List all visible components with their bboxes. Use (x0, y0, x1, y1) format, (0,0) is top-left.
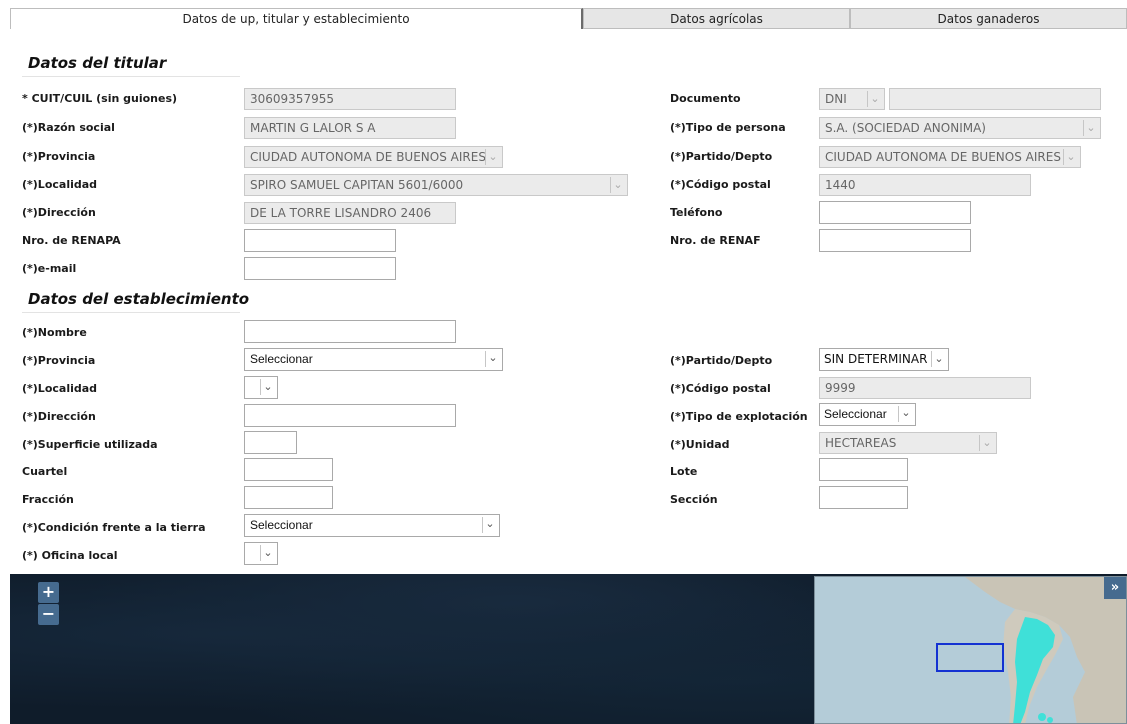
telefono-input[interactable] (819, 201, 971, 224)
renaf-label: Nro. de RENAF (670, 234, 761, 247)
cuit-input[interactable]: 30609357955 (244, 88, 456, 110)
tab-datos-agricolas[interactable]: Datos agrícolas (583, 8, 850, 29)
tipo-explotacion-value: Seleccionar (824, 407, 887, 421)
est-localidad-label: (*)Localidad (22, 382, 98, 395)
est-direccion-input[interactable] (244, 404, 456, 427)
est-provincia-value: Seleccionar (250, 352, 313, 366)
razon-social-label: (*)Razón social (22, 121, 115, 134)
region-island-shape (1047, 717, 1053, 723)
oficina-local-select[interactable]: ⌄ (244, 542, 278, 565)
cuartel-label: Cuartel (22, 465, 68, 478)
razon-social-input[interactable]: MARTIN G LALOR S A (244, 117, 456, 139)
est-provincia-label: (*)Provincia (22, 354, 96, 367)
est-partido-select[interactable]: SIN DETERMINAR ⌄ (819, 348, 949, 371)
cuartel-input[interactable] (244, 458, 333, 481)
est-direccion-label: (*)Dirección (22, 410, 96, 423)
tipo-explotacion-select[interactable]: Seleccionar ⌄ (819, 403, 916, 426)
region-island-shape (1038, 713, 1046, 721)
superficie-input[interactable] (244, 431, 297, 454)
superficie-label: (*)Superficie utilizada (22, 438, 158, 451)
chevron-down-icon: ⌄ (931, 351, 946, 367)
tab-datos-up-titular[interactable]: Datos de up, titular y establecimiento (10, 8, 583, 29)
chevron-down-icon: ⌄ (260, 379, 275, 395)
lote-label: Lote (670, 465, 698, 478)
renaf-input[interactable] (819, 229, 971, 252)
current-extent-box (936, 643, 1004, 672)
unidad-select[interactable]: HECTAREAS ⌄ (819, 432, 997, 454)
est-partido-value: SIN DETERMINAR (824, 352, 928, 366)
est-provincia-select[interactable]: Seleccionar ⌄ (244, 348, 503, 371)
fraccion-input[interactable] (244, 486, 333, 509)
chevron-down-icon: ⌄ (1083, 120, 1098, 136)
direccion-input[interactable]: DE LA TORRE LISANDRO 2406 (244, 202, 456, 224)
est-codigo-postal-label: (*)Código postal (670, 382, 771, 395)
partido-value: CIUDAD AUTONOMA DE BUENOS AIRES (825, 150, 1061, 164)
codigo-postal-input[interactable]: 1440 (819, 174, 1031, 196)
condicion-label: (*)Condición frente a la tierra (22, 521, 206, 534)
localidad-label: (*)Localidad (22, 178, 98, 191)
tipo-persona-select[interactable]: S.A. (SOCIEDAD ANONIMA) ⌄ (819, 117, 1101, 139)
renapa-label: Nro. de RENAPA (22, 234, 121, 247)
renapa-input[interactable] (244, 229, 396, 252)
tipo-persona-label: (*)Tipo de persona (670, 121, 786, 134)
chevron-down-icon: ⌄ (610, 177, 625, 193)
chevron-down-icon: ⌄ (898, 406, 913, 422)
tipo-explotacion-label: (*)Tipo de explotación (670, 410, 808, 423)
chevron-down-icon: ⌄ (979, 435, 994, 451)
chevron-down-icon: ⌄ (482, 517, 497, 533)
documento-type-value: DNI (825, 92, 847, 106)
est-localidad-select[interactable]: ⌄ (244, 376, 278, 399)
tab-bar: Datos de up, titular y establecimiento D… (10, 8, 1127, 30)
chevron-down-icon: ⌄ (485, 351, 500, 367)
documento-number-input[interactable] (889, 88, 1101, 110)
section-title-titular: Datos del titular (28, 54, 167, 72)
fraccion-label: Fracción (22, 493, 74, 506)
tipo-persona-value: S.A. (SOCIEDAD ANONIMA) (825, 121, 986, 135)
unidad-label: (*)Unidad (670, 438, 730, 451)
email-label: (*)e-mail (22, 262, 77, 275)
unidad-value: HECTAREAS (825, 436, 897, 450)
section-title-establecimiento: Datos del establecimiento (28, 290, 250, 308)
zoom-out-button[interactable]: − (38, 604, 59, 625)
zoom-in-button[interactable]: + (38, 582, 59, 603)
tab-datos-ganaderos[interactable]: Datos ganaderos (850, 8, 1127, 29)
condicion-select[interactable]: Seleccionar ⌄ (244, 514, 500, 537)
lote-input[interactable] (819, 458, 908, 481)
overview-map-graphic (936, 577, 1126, 723)
chevron-down-icon: ⌄ (485, 149, 500, 165)
documento-type-select[interactable]: DNI ⌄ (819, 88, 885, 110)
partido-select[interactable]: CIUDAD AUTONOMA DE BUENOS AIRES ⌄ (819, 146, 1081, 168)
telefono-label: Teléfono (670, 206, 723, 219)
seccion-input[interactable] (819, 486, 908, 509)
localidad-value: SPIRO SAMUEL CAPITAN 5601/6000 (250, 178, 464, 192)
codigo-postal-label: (*)Código postal (670, 178, 771, 191)
cuit-label: * CUIT/CUIL (sin guiones) (22, 92, 178, 105)
overview-map[interactable]: » (814, 576, 1127, 724)
nombre-label: (*)Nombre (22, 326, 87, 339)
overview-toggle-button[interactable]: » (1104, 577, 1126, 599)
provincia-value: CIUDAD AUTONOMA DE BUENOS AIRES (250, 150, 486, 164)
section-divider (22, 76, 240, 77)
est-partido-label: (*)Partido/Depto (670, 354, 773, 367)
email-input[interactable] (244, 257, 396, 280)
highlighted-region-shape (1013, 617, 1055, 723)
oficina-local-label: (*) Oficina local (22, 549, 118, 562)
provincia-select[interactable]: CIUDAD AUTONOMA DE BUENOS AIRES ⌄ (244, 146, 503, 168)
chevron-down-icon: ⌄ (867, 91, 882, 107)
chevron-down-icon: ⌄ (260, 545, 275, 561)
seccion-label: Sección (670, 493, 718, 506)
section-divider (22, 312, 240, 313)
condicion-value: Seleccionar (250, 518, 313, 532)
localidad-select[interactable]: SPIRO SAMUEL CAPITAN 5601/6000 ⌄ (244, 174, 628, 196)
partido-label: (*)Partido/Depto (670, 150, 773, 163)
direccion-label: (*)Dirección (22, 206, 96, 219)
nombre-input[interactable] (244, 320, 456, 343)
documento-label: Documento (670, 92, 741, 105)
chevron-down-icon: ⌄ (1063, 149, 1078, 165)
est-codigo-postal-input[interactable]: 9999 (819, 377, 1031, 399)
provincia-label: (*)Provincia (22, 150, 96, 163)
